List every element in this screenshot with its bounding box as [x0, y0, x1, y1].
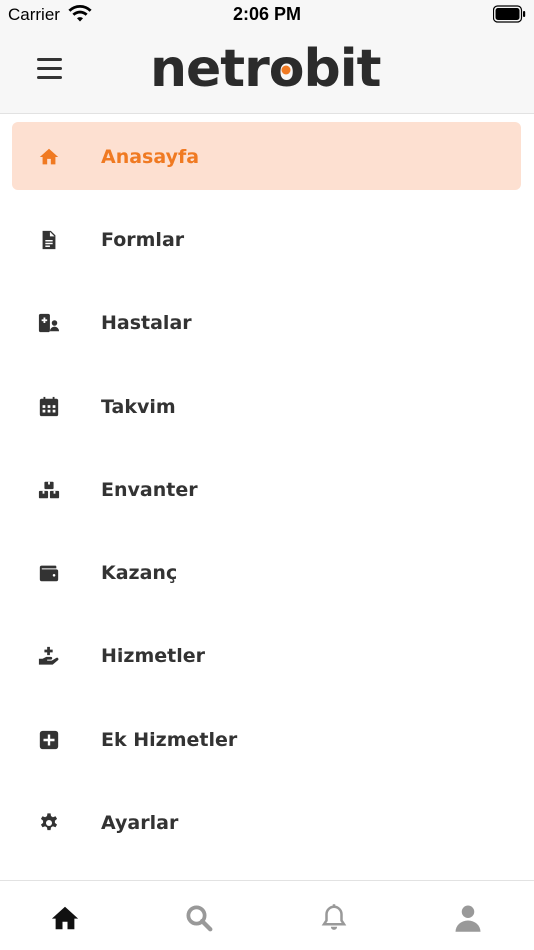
- menu-item-formlar[interactable]: Formlar: [0, 198, 534, 281]
- menu-item-anasayfa[interactable]: Anasayfa: [0, 115, 534, 198]
- tab-search[interactable]: [184, 903, 214, 933]
- menu-item-label: Hizmetler: [101, 645, 206, 668]
- clock: 2:06 PM: [232, 4, 302, 24]
- bottom-tab-bar: [0, 880, 534, 950]
- menu-item-label: Formlar: [101, 228, 185, 251]
- menu-item-takvim[interactable]: Takvim: [0, 365, 534, 448]
- menu-item-kazanc[interactable]: Kazanç: [0, 531, 534, 614]
- menu-item-hizmetler[interactable]: Hizmetler: [0, 615, 534, 698]
- status-bar: Carrier 2:06 PM: [0, 0, 534, 28]
- hamburger-menu-icon[interactable]: [37, 58, 62, 80]
- menu-item-label: Kazanç: [101, 562, 178, 585]
- tab-profile[interactable]: [453, 903, 483, 933]
- tab-home[interactable]: [50, 903, 80, 933]
- hand-plus-icon: [37, 644, 61, 668]
- menu-item-label: Hastalar: [101, 312, 192, 335]
- menu-item-ek-hizmetler[interactable]: Ek Hizmetler: [0, 698, 534, 781]
- menu-item-label: Ek Hizmetler: [101, 728, 238, 751]
- menu-item-label: Envanter: [101, 478, 198, 501]
- wallet-icon: [37, 561, 61, 585]
- menu-item-ayarlar[interactable]: Ayarlar: [0, 781, 534, 864]
- patients-icon: [37, 311, 61, 335]
- battery-icon: [493, 5, 526, 23]
- menu-item-hastalar[interactable]: Hastalar: [0, 282, 534, 365]
- home-icon: [51, 906, 79, 930]
- gear-icon: [37, 811, 61, 835]
- document-icon: [37, 228, 61, 252]
- app-header: netrobit: [0, 28, 534, 114]
- calendar-icon: [37, 395, 61, 419]
- user-icon: [455, 905, 481, 932]
- plus-square-icon: [37, 728, 61, 752]
- bell-icon: [321, 904, 347, 930]
- boxes-icon: [37, 478, 61, 502]
- netrobit-logo: netrobit: [150, 39, 381, 99]
- side-menu: Anasayfa Formlar Hastalar Takvim Envante…: [0, 115, 534, 865]
- menu-item-label: Takvim: [101, 395, 176, 418]
- menu-item-label: Anasayfa: [101, 145, 200, 168]
- menu-item-envanter[interactable]: Envanter: [0, 448, 534, 531]
- tab-notifications[interactable]: [319, 903, 349, 933]
- search-icon: [186, 905, 213, 932]
- home-icon: [37, 145, 61, 169]
- menu-item-label: Ayarlar: [101, 812, 179, 835]
